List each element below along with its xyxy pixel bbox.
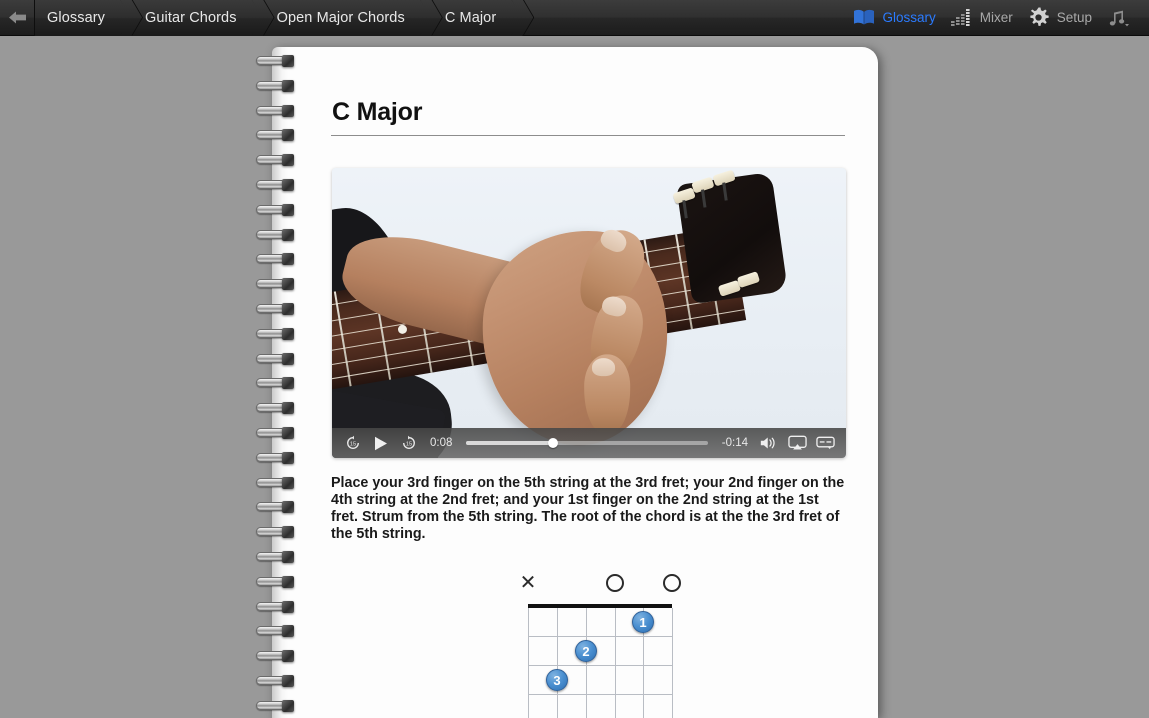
chord-description: Place your 3rd finger on the 5th string … (331, 475, 845, 542)
open-marker-string-1 (663, 574, 681, 592)
play-button[interactable] (368, 430, 394, 456)
finger-marker-1: 1 (632, 611, 654, 633)
video-frame-image (332, 168, 846, 458)
toolbar-button-label: Setup (1056, 10, 1092, 25)
string-6 (528, 608, 529, 718)
toolbar-button-label: Mixer (979, 10, 1013, 25)
breadcrumb-item-open-major-chords[interactable]: Open Major Chords (262, 0, 431, 36)
scrubber-track[interactable] (466, 438, 708, 448)
breadcrumb-item-glossary[interactable]: Glossary (34, 0, 132, 36)
skip-back-15-button[interactable]: 15 (340, 430, 366, 456)
fret-line-1 (528, 636, 672, 637)
fret-line-2 (528, 665, 672, 666)
back-arrow-icon[interactable] (0, 0, 34, 36)
fret-line-3 (528, 694, 672, 695)
finger-marker-3: 3 (546, 669, 568, 691)
toolbar-button-setup[interactable]: Setup (1020, 0, 1099, 36)
mute-marker-string-6: ✕ (519, 572, 537, 594)
gear-icon (1027, 6, 1051, 30)
elapsed-time: 0:08 (430, 437, 453, 449)
chord-open-mute-markers: ✕ (502, 572, 682, 600)
subtitles-button[interactable] (812, 430, 838, 456)
breadcrumb-item-guitar-chords[interactable]: Guitar Chords (131, 0, 263, 36)
breadcrumb-label: Guitar Chords (145, 9, 237, 26)
toolbar-button-label: Glossary (882, 10, 936, 25)
book-icon (852, 6, 876, 30)
string-1 (672, 608, 673, 718)
scrubber-knob[interactable] (548, 438, 559, 448)
string-3 (615, 608, 616, 718)
toolbar-button-mixer[interactable]: Mixer (943, 0, 1020, 36)
video-controls-bar: 15 15 0:08 -0:14 (332, 428, 846, 458)
notebook-page: C Major 15 15 0:08 -0:14 Place your 3rd … (272, 47, 878, 718)
remaining-time: -0:14 (721, 437, 748, 449)
airplay-button[interactable] (784, 430, 810, 456)
volume-button[interactable] (756, 430, 782, 456)
toolbar-right-group: Glossary Mixer Setup (845, 0, 1149, 36)
guitar-headstock (672, 169, 788, 305)
chord-grid: 1 2 3 (502, 604, 682, 718)
svg-text:15: 15 (406, 441, 412, 447)
open-marker-string-2 (606, 574, 624, 592)
string-5 (557, 608, 558, 718)
scrubber-fill (466, 441, 554, 445)
string-4 (586, 608, 587, 718)
mixer-icon (950, 6, 974, 30)
finger-marker-2: 2 (575, 640, 597, 662)
hand (474, 220, 675, 452)
music-note-icon (1106, 6, 1130, 30)
toolbar-button-glossary[interactable]: Glossary (845, 0, 942, 36)
page-title: C Major (332, 98, 423, 126)
toolbar-button-music-note[interactable] (1099, 0, 1143, 36)
video-player[interactable]: 15 15 0:08 -0:14 (332, 168, 846, 458)
skip-forward-15-button[interactable]: 15 (396, 430, 422, 456)
breadcrumb-label: Open Major Chords (276, 9, 405, 26)
chord-diagram: ✕ 1 2 3 (502, 572, 682, 718)
breadcrumb: Glossary Guitar Chords Open Major Chords… (34, 0, 523, 36)
breadcrumb-label: Glossary (47, 9, 106, 26)
breadcrumb-label: C Major (444, 9, 497, 26)
page-content: C Major 15 15 0:08 -0:14 Place your 3rd … (272, 47, 878, 718)
nut-line (528, 604, 672, 608)
svg-text:15: 15 (350, 441, 356, 447)
title-divider (331, 135, 845, 136)
top-toolbar: Glossary Guitar Chords Open Major Chords… (0, 0, 1149, 36)
breadcrumb-item-c-major[interactable]: C Major (430, 0, 523, 36)
